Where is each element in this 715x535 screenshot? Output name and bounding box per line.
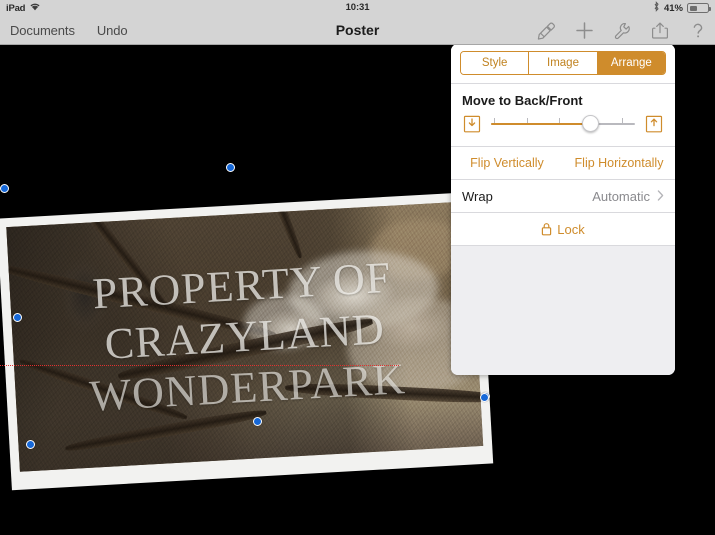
selection-handle-middle-left[interactable] (12, 312, 22, 322)
toolbar-right-group (535, 16, 709, 44)
slider-fill (491, 123, 591, 125)
slider-tick (622, 118, 624, 123)
move-to-back-front-section: Move to Back/Front (451, 83, 675, 146)
flip-horizontally-button[interactable]: Flip Horizontally (563, 147, 675, 179)
tab-image[interactable]: Image (529, 52, 598, 74)
selected-image-object[interactable]: PROPERTY OF CRAZYLAND WONDERPARK (0, 191, 494, 491)
wrap-label: Wrap (462, 188, 493, 204)
share-icon[interactable] (649, 19, 671, 41)
selection-handle-bottom-left[interactable] (25, 439, 35, 449)
slider-tick (493, 118, 495, 123)
lock-row[interactable]: Lock (451, 212, 675, 246)
help-question-icon[interactable] (687, 19, 709, 41)
format-popover: Style Image Arrange Move to Back/Front F… (451, 44, 675, 375)
tab-style[interactable]: Style (461, 52, 530, 74)
move-section-title: Move to Back/Front (462, 93, 583, 108)
selection-handle-bottom-right[interactable] (479, 392, 489, 402)
photo-grain-overlay (6, 201, 484, 472)
flip-buttons-row: Flip Vertically Flip Horizontally (451, 146, 675, 179)
flip-vertically-button[interactable]: Flip Vertically (451, 147, 563, 179)
segmented-control-wrap: Style Image Arrange (451, 44, 675, 83)
battery-level-fill (689, 5, 697, 11)
format-segmented-control[interactable]: Style Image Arrange (460, 51, 666, 75)
pages-app-window: PROPERTY OF CRAZYLAND WONDERPARK iPad 10… (0, 0, 715, 535)
selection-handle-top-left[interactable] (0, 183, 9, 193)
slider-thumb[interactable] (581, 115, 599, 132)
selection-handle-top-center[interactable] (225, 162, 235, 172)
status-bar: iPad 10:31 41% (0, 0, 715, 16)
popover-empty-area (451, 246, 675, 375)
image-content: PROPERTY OF CRAZYLAND WONDERPARK (6, 201, 484, 472)
battery-icon (687, 3, 711, 13)
app-toolbar: Documents Undo Poster (0, 16, 715, 45)
alignment-guide (0, 365, 399, 366)
chevron-right-icon (657, 189, 664, 203)
move-to-back-front-slider[interactable] (491, 113, 635, 135)
slider-tick (527, 118, 528, 123)
insert-plus-icon[interactable] (573, 19, 595, 41)
format-brush-icon[interactable] (535, 19, 557, 41)
lock-icon (541, 222, 552, 236)
status-bar-clock: 10:31 (345, 2, 370, 13)
wrap-value: Automatic (592, 188, 650, 204)
move-slider-row (451, 110, 675, 146)
send-to-back-icon[interactable] (461, 113, 483, 135)
bluetooth-icon (653, 1, 660, 15)
lock-label: Lock (557, 221, 585, 237)
slider-tick (558, 118, 560, 123)
bring-to-front-icon[interactable] (643, 113, 665, 135)
status-bar-right: 41% (653, 1, 711, 15)
battery-percent-label: 41% (663, 2, 683, 14)
tab-arrange[interactable]: Arrange (597, 52, 665, 74)
wrap-row[interactable]: Wrap Automatic (451, 179, 675, 212)
tools-wrench-icon[interactable] (611, 19, 633, 41)
wrap-value-group: Automatic (592, 189, 664, 204)
selection-handle-bottom-center[interactable] (252, 416, 262, 426)
